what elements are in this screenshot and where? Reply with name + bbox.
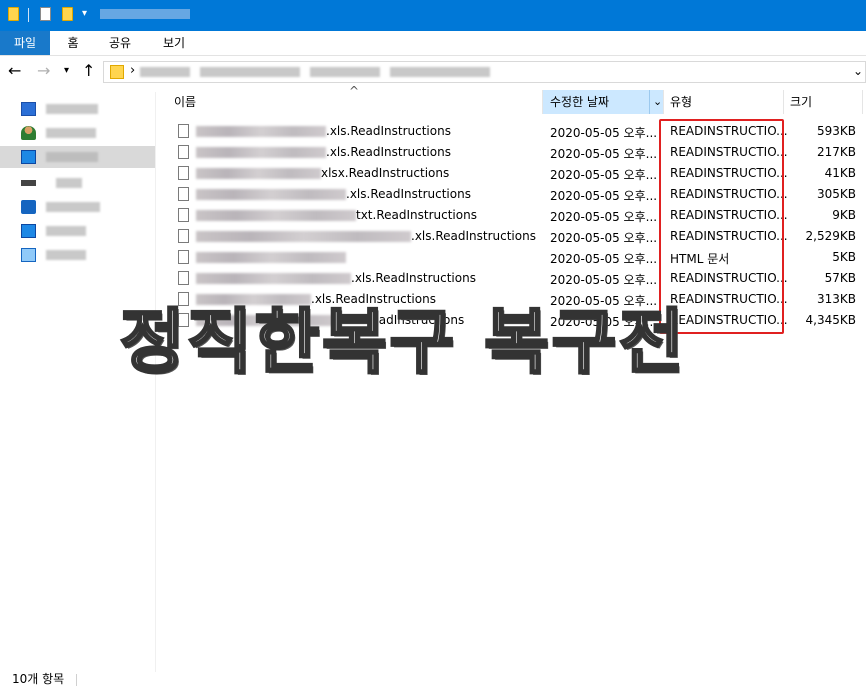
title-bar: ▾ bbox=[0, 0, 866, 31]
column-divider[interactable] bbox=[663, 90, 664, 114]
tab-view[interactable]: 보기 bbox=[160, 31, 188, 55]
file-date: 2020-05-05 오후... bbox=[550, 273, 658, 287]
nav-item[interactable] bbox=[0, 220, 155, 242]
ribbon: 파일 홈 공유 보기 bbox=[0, 31, 866, 56]
address-bar[interactable]: › ⌄ bbox=[103, 61, 866, 83]
file-name-redacted bbox=[196, 147, 326, 158]
file-name[interactable]: .xls.ReadInstructions bbox=[346, 187, 471, 201]
recent-locations-icon[interactable]: ▾ bbox=[64, 61, 69, 81]
chevron-down-icon[interactable]: ▾ bbox=[82, 8, 87, 19]
breadcrumb[interactable] bbox=[140, 67, 190, 77]
nav-label bbox=[46, 202, 100, 212]
control-panel-icon bbox=[21, 224, 36, 238]
user-icon bbox=[21, 126, 36, 140]
file-icon bbox=[178, 166, 189, 180]
column-divider[interactable] bbox=[783, 90, 784, 114]
window-title bbox=[100, 9, 190, 19]
file-name[interactable]: .xls.ReadInstructions bbox=[351, 271, 476, 285]
back-arrow-icon[interactable]: ← bbox=[8, 61, 21, 81]
file-date: 2020-05-05 오후... bbox=[550, 168, 658, 182]
nav-label bbox=[46, 152, 98, 162]
file-name-redacted bbox=[196, 189, 346, 200]
nav-item-this-pc[interactable] bbox=[0, 146, 155, 168]
file-size: 9KB bbox=[832, 208, 856, 222]
file-size: 313KB bbox=[816, 292, 856, 306]
column-header-date-label: 수정한 날짜 bbox=[550, 95, 610, 109]
nav-label bbox=[56, 178, 82, 188]
file-date: 2020-05-05 오후... bbox=[550, 231, 658, 245]
file-date: 2020-05-05 오후... bbox=[550, 210, 658, 224]
forward-arrow-icon[interactable]: → bbox=[37, 61, 50, 81]
drive-icon bbox=[21, 180, 36, 186]
tab-file[interactable]: 파일 bbox=[0, 31, 50, 55]
file-name-redacted bbox=[196, 168, 321, 179]
tab-share[interactable]: 공유 bbox=[106, 31, 134, 55]
file-size: 41KB bbox=[824, 166, 856, 180]
file-icon bbox=[178, 250, 189, 264]
properties-icon[interactable] bbox=[40, 7, 51, 21]
file-size: 5KB bbox=[832, 250, 856, 264]
breadcrumb[interactable] bbox=[310, 67, 380, 77]
desktop-icon bbox=[21, 102, 36, 116]
folder-icon bbox=[110, 65, 124, 79]
separator bbox=[28, 8, 29, 22]
file-icon bbox=[178, 208, 189, 222]
chevron-down-icon[interactable]: ⌄ bbox=[853, 64, 863, 78]
file-name[interactable]: txt.ReadInstructions bbox=[356, 208, 477, 222]
file-name[interactable]: .xls.ReadInstructions bbox=[326, 124, 451, 138]
file-size: 593KB bbox=[816, 124, 856, 138]
nav-item[interactable] bbox=[0, 244, 155, 266]
file-date: 2020-05-05 오후... bbox=[550, 189, 658, 203]
file-size: 4,345KB bbox=[805, 313, 856, 327]
file-name[interactable]: .xls.ReadInstructions bbox=[326, 145, 451, 159]
breadcrumb[interactable] bbox=[390, 67, 490, 77]
breadcrumb[interactable] bbox=[200, 67, 300, 77]
file-date: 2020-05-05 오후... bbox=[550, 147, 658, 161]
tab-home[interactable]: 홈 bbox=[62, 31, 84, 55]
file-icon bbox=[178, 124, 189, 138]
nav-label bbox=[46, 104, 98, 114]
up-arrow-icon[interactable]: ↑ bbox=[82, 61, 95, 81]
file-name-redacted bbox=[196, 273, 351, 284]
file-size: 305KB bbox=[816, 187, 856, 201]
file-size: 57KB bbox=[824, 271, 856, 285]
status-bar: 10개 항목 bbox=[0, 672, 866, 687]
nav-label bbox=[46, 226, 86, 236]
column-divider[interactable] bbox=[862, 90, 863, 114]
computer-icon bbox=[21, 150, 36, 164]
file-size: 2,529KB bbox=[805, 229, 856, 243]
nav-item[interactable] bbox=[0, 196, 155, 218]
file-name[interactable]: xlsx.ReadInstructions bbox=[321, 166, 449, 180]
file-date: 2020-05-05 오후... bbox=[550, 126, 658, 140]
file-name[interactable]: .xls.ReadInstructions bbox=[411, 229, 536, 243]
separator bbox=[76, 674, 77, 686]
column-header-name[interactable]: 이름 bbox=[174, 90, 534, 114]
folder-icon bbox=[8, 7, 19, 21]
column-header-size[interactable]: 크기 bbox=[790, 90, 860, 114]
nav-item[interactable] bbox=[0, 122, 155, 144]
recycle-bin-icon bbox=[21, 248, 36, 262]
item-count: 10개 항목 bbox=[12, 672, 65, 686]
file-icon bbox=[178, 271, 189, 285]
file-name-redacted bbox=[196, 252, 346, 263]
chevron-down-icon[interactable]: ⌄ bbox=[649, 90, 662, 114]
column-header-type[interactable]: 유형 bbox=[670, 90, 780, 114]
new-folder-icon[interactable] bbox=[62, 7, 73, 21]
file-name-redacted bbox=[196, 126, 326, 137]
overlay-caption: 정직한복구 복구전 bbox=[119, 301, 687, 384]
nav-label bbox=[46, 128, 96, 138]
nav-item[interactable] bbox=[0, 172, 155, 194]
file-date: 2020-05-05 오후... bbox=[550, 252, 658, 266]
file-size: 217KB bbox=[816, 145, 856, 159]
nav-item[interactable] bbox=[0, 98, 155, 120]
file-icon bbox=[178, 145, 189, 159]
chevron-right-icon[interactable]: › bbox=[130, 63, 135, 78]
file-icon bbox=[178, 187, 189, 201]
file-icon bbox=[178, 229, 189, 243]
network-icon bbox=[21, 200, 36, 214]
column-header-date[interactable]: 수정한 날짜 ⌄ bbox=[543, 90, 663, 114]
file-name-redacted bbox=[196, 231, 411, 242]
file-name-redacted bbox=[196, 210, 356, 221]
nav-label bbox=[46, 250, 86, 260]
